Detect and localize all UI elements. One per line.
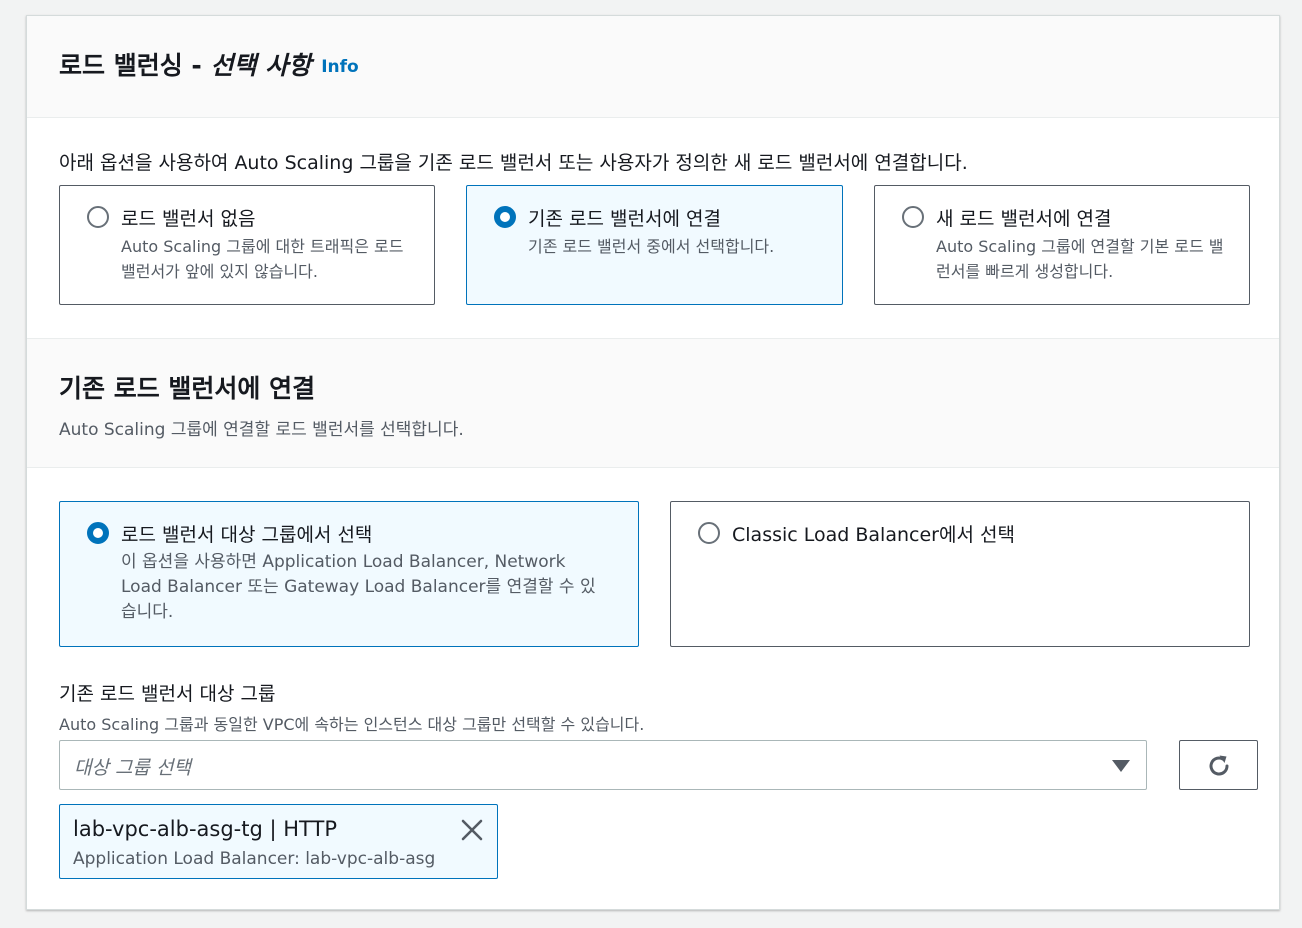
radio-new-load-balancer[interactable] <box>902 206 924 228</box>
tile-target-group-option[interactable]: 로드 밸런서 대상 그룹에서 선택 이 옵션을 사용하면 Application… <box>59 501 639 647</box>
tile-title: 기존 로드 밸런서에 연결 <box>528 208 721 230</box>
select-placeholder: 대상 그룹 선택 <box>74 757 191 779</box>
panel-title-main: 로드 밸런싱 - <box>59 51 211 80</box>
refresh-button[interactable] <box>1179 740 1258 790</box>
intro-text: 아래 옵션을 사용하여 Auto Scaling 그룹을 기존 로드 밸런서 또… <box>59 152 968 174</box>
target-group-label: 기존 로드 밸런서 대상 그룹 <box>59 683 276 705</box>
tile-description: 이 옵션을 사용하면 Application Load Balancer, Ne… <box>121 552 596 622</box>
tile-title: Classic Load Balancer에서 선택 <box>732 524 1015 546</box>
caret-down-icon <box>1112 760 1130 772</box>
token-title: lab-vpc-alb-asg-tg | HTTP <box>73 817 337 841</box>
tile-title: 로드 밸런서 대상 그룹에서 선택 <box>121 524 373 546</box>
target-group-description: Auto Scaling 그룹과 동일한 VPC에 속하는 인스턴스 대상 그룹… <box>59 715 645 734</box>
radio-no-load-balancer[interactable] <box>87 206 109 228</box>
tile-description: Auto Scaling 그룹에 연결할 기본 로드 밸런서를 빠르게 생성합니… <box>936 237 1224 281</box>
section-description: Auto Scaling 그룹에 연결할 로드 밸런서를 선택합니다. <box>59 420 464 440</box>
tile-title: 새 로드 밸런서에 연결 <box>936 208 1112 230</box>
info-link[interactable]: Info <box>321 57 359 77</box>
panel-title-optional: 선택 사항 <box>210 51 312 80</box>
tile-new-load-balancer[interactable]: 새 로드 밸런서에 연결 Auto Scaling 그룹에 연결할 기본 로드 … <box>874 185 1250 305</box>
panel-header: 로드 밸런싱 - 선택 사항 Info <box>27 16 1279 118</box>
selected-target-group-token: lab-vpc-alb-asg-tg | HTTP Application Lo… <box>59 804 498 879</box>
radio-existing-load-balancer[interactable] <box>494 206 516 228</box>
tile-title: 로드 밸런서 없음 <box>121 208 256 230</box>
radio-classic-lb[interactable] <box>698 522 720 544</box>
close-icon[interactable] <box>460 818 484 842</box>
tile-classic-lb-option[interactable]: Classic Load Balancer에서 선택 <box>670 501 1250 647</box>
token-description: Application Load Balancer: lab-vpc-alb-a… <box>73 849 436 869</box>
load-balancing-panel: 로드 밸런싱 - 선택 사항 Info 아래 옵션을 사용하여 Auto Scal… <box>26 15 1280 910</box>
section-title: 기존 로드 밸런서에 연결 <box>59 374 316 403</box>
tile-existing-load-balancer[interactable]: 기존 로드 밸런서에 연결 기존 로드 밸런서 중에서 선택합니다. <box>466 185 843 305</box>
target-group-select[interactable]: 대상 그룹 선택 <box>59 740 1147 790</box>
panel-title: 로드 밸런싱 - 선택 사항 Info <box>59 46 359 82</box>
existing-lb-section-header: 기존 로드 밸런서에 연결 Auto Scaling 그룹에 연결할 로드 밸런… <box>27 338 1279 468</box>
tile-description: 기존 로드 밸런서 중에서 선택합니다. <box>528 237 775 256</box>
tile-no-load-balancer[interactable]: 로드 밸런서 없음 Auto Scaling 그룹에 대한 트래픽은 로드 밸런… <box>59 185 435 305</box>
tile-description: Auto Scaling 그룹에 대한 트래픽은 로드 밸런서가 앞에 있지 않… <box>121 237 404 281</box>
radio-target-group[interactable] <box>87 522 109 544</box>
refresh-icon <box>1209 755 1229 776</box>
